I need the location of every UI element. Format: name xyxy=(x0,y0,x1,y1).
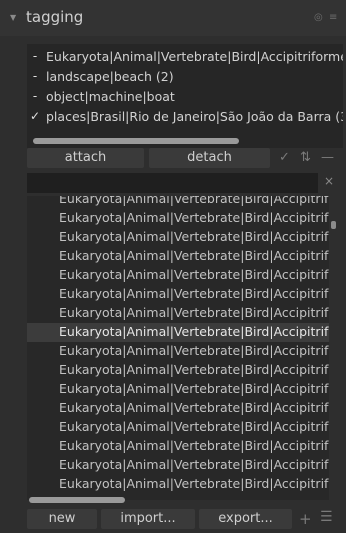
tag-dictionary-list[interactable]: Eukaryota|Animal|Vertebrate|Bird|Accipit… xyxy=(27,196,329,500)
plus-icon[interactable]: + xyxy=(299,510,312,528)
tag-label: Eukaryota|Animal|Vertebrate|Bird|Accipit… xyxy=(59,419,329,434)
list-item[interactable]: Eukaryota|Animal|Vertebrate|Bird|Accipit… xyxy=(27,228,329,247)
tag-label: Eukaryota|Animal|Vertebrate|Bird|Accipit… xyxy=(59,248,329,263)
list-item[interactable]: Eukaryota|Animal|Vertebrate|Bird|Accipit… xyxy=(27,399,329,418)
new-button[interactable]: new xyxy=(27,509,97,529)
tag-label: landscape|beach (2) xyxy=(46,69,174,84)
tag-mark: - xyxy=(32,89,38,103)
minus-icon[interactable]: — xyxy=(321,150,334,165)
tag-label: Eukaryota|Animal|Vertebrate|Bird|Accipit… xyxy=(59,305,329,320)
tag-label: Eukaryota|Animal|Vertebrate|Bird|Accipit… xyxy=(59,267,329,282)
reset-icon[interactable]: ◎ xyxy=(314,12,323,23)
list-item[interactable]: Eukaryota|Animal|Vertebrate|Bird|Accipit… xyxy=(27,285,329,304)
tag-label: Eukaryota|Animal|Vertebrate|Bird|Accipit… xyxy=(59,457,329,472)
tag-mark: - xyxy=(32,69,38,83)
tag-label: Eukaryota|Animal|Vertebrate|Bird|Accipit… xyxy=(46,49,343,64)
list-item[interactable]: - Eukaryota|Animal|Vertebrate|Bird|Accip… xyxy=(27,47,343,67)
list-item[interactable]: - landscape|beach (2) xyxy=(27,67,343,87)
tag-label: Eukaryota|Animal|Vertebrate|Bird|Accipit… xyxy=(59,343,329,358)
list-item[interactable]: Eukaryota|Animal|Vertebrate|Bird|Accipit… xyxy=(27,209,329,228)
list-item[interactable]: Eukaryota|Animal|Vertebrate|Bird|Accipit… xyxy=(27,418,329,437)
tag-label: Eukaryota|Animal|Vertebrate|Bird|Accipit… xyxy=(59,229,329,244)
list-item[interactable]: Eukaryota|Animal|Vertebrate|Bird|Accipit… xyxy=(27,361,329,380)
list-item[interactable]: Eukaryota|Animal|Vertebrate|Bird|Accipit… xyxy=(27,456,329,475)
tag-label: Eukaryota|Animal|Vertebrate|Bird|Accipit… xyxy=(59,286,329,301)
tag-mark: ✓ xyxy=(30,109,41,123)
tag-label: Eukaryota|Animal|Vertebrate|Bird|Accipit… xyxy=(59,400,329,415)
list-item[interactable]: Eukaryota|Animal|Vertebrate|Bird|Accipit… xyxy=(27,247,329,266)
tagging-module: ▼ tagging ◎ ≡ - Eukaryota|Animal|Vertebr… xyxy=(0,0,346,533)
module-header[interactable]: ▼ tagging ◎ ≡ xyxy=(0,0,346,36)
export-button[interactable]: export... xyxy=(199,509,292,529)
tag-label: Eukaryota|Animal|Vertebrate|Bird|Accipit… xyxy=(59,210,329,225)
list-item[interactable]: Eukaryota|Animal|Vertebrate|Bird|Accipit… xyxy=(27,266,329,285)
list-item[interactable]: Eukaryota|Animal|Vertebrate|Bird|Accipit… xyxy=(27,342,329,361)
search-input[interactable] xyxy=(27,173,318,193)
list-item[interactable]: Eukaryota|Animal|Vertebrate|Bird|Accipit… xyxy=(27,304,329,323)
attached-horizontal-scrollbar[interactable] xyxy=(33,138,239,144)
list-item[interactable]: ✓ places|Brasil|Rio de Janeiro|São João … xyxy=(27,107,343,127)
list-item-selected[interactable]: - Eukaryota|Animal|Vertebrate|Bird|Accip… xyxy=(27,323,329,342)
tag-label: Eukaryota|Animal|Vertebrate|Bird|Accipit… xyxy=(59,324,329,339)
tag-label: object|machine|boat xyxy=(46,89,175,104)
import-button[interactable]: import... xyxy=(101,509,195,529)
dictionary-horizontal-scrollbar[interactable] xyxy=(29,497,125,503)
tag-mark: - xyxy=(32,49,38,63)
list-item[interactable]: Eukaryota|Animal|Vertebrate|Bird|Accipit… xyxy=(27,380,329,399)
list-settings-icon[interactable]: ☰ xyxy=(320,509,333,525)
module-title: tagging xyxy=(26,8,84,26)
hamburger-icon[interactable]: ≡ xyxy=(329,12,337,23)
tag-label: Eukaryota|Animal|Vertebrate|Bird|Accipit… xyxy=(59,362,329,377)
check-icon[interactable]: ✓ xyxy=(279,150,290,165)
tag-label: Eukaryota|Animal|Vertebrate|Bird|Accipit… xyxy=(59,196,329,206)
collapse-triangle-icon[interactable]: ▼ xyxy=(10,13,16,22)
dictionary-vertical-scrollbar[interactable] xyxy=(331,221,336,229)
list-item[interactable]: - object|machine|boat xyxy=(27,87,343,107)
close-icon[interactable]: × xyxy=(324,174,334,188)
tag-label: Eukaryota|Animal|Vertebrate|Bird|Accipit… xyxy=(59,438,329,453)
list-item[interactable]: Eukaryota|Animal|Vertebrate|Bird|Accipit… xyxy=(27,475,329,494)
list-item[interactable]: Eukaryota|Animal|Vertebrate|Bird|Accipit… xyxy=(27,196,329,209)
tag-label: places|Brasil|Rio de Janeiro|São João da… xyxy=(46,109,343,124)
tag-label: Eukaryota|Animal|Vertebrate|Bird|Accipit… xyxy=(59,476,329,491)
list-item[interactable]: Eukaryota|Animal|Vertebrate|Bird|Accipit… xyxy=(27,437,329,456)
detach-button[interactable]: detach xyxy=(149,148,270,168)
attached-tags-list[interactable]: - Eukaryota|Animal|Vertebrate|Bird|Accip… xyxy=(27,44,343,148)
sort-icon[interactable]: ⇅ xyxy=(300,150,311,165)
attach-button[interactable]: attach xyxy=(27,148,144,168)
tag-label: Eukaryota|Animal|Vertebrate|Bird|Accipit… xyxy=(59,381,329,396)
